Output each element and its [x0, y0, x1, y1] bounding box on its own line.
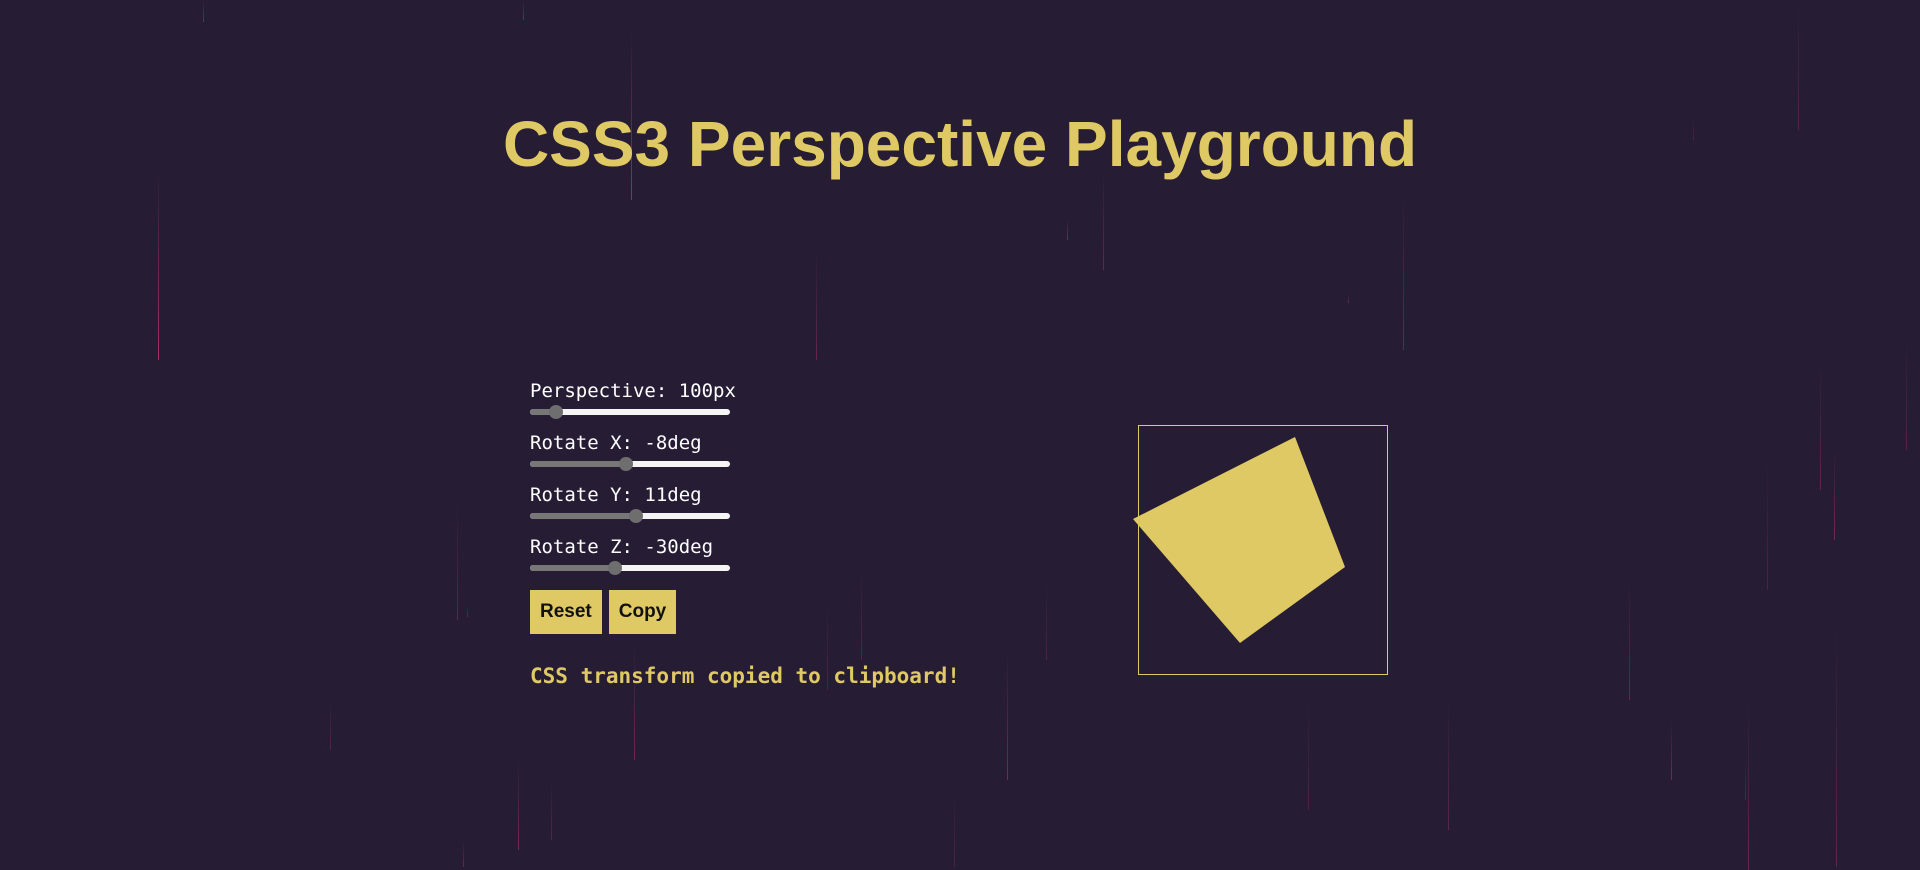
page-title: CSS3 Perspective Playground — [502, 108, 1418, 180]
rain-streak — [467, 605, 468, 617]
rain-streak — [1046, 580, 1047, 660]
perspective-slider[interactable] — [530, 404, 730, 420]
slider-thumb[interactable] — [607, 561, 622, 575]
rain-streak — [1767, 460, 1768, 590]
rain-streak — [1067, 220, 1068, 240]
slider-thumb[interactable] — [628, 509, 643, 523]
rain-streak — [1308, 700, 1309, 810]
rain-streak — [1629, 580, 1630, 700]
rotate-x-label: Rotate X: -8deg — [530, 432, 702, 454]
transformed-square — [1133, 437, 1345, 643]
slider-thumb[interactable] — [618, 457, 633, 471]
rain-streak — [158, 170, 159, 360]
perspective-label: Perspective: 100px — [530, 380, 736, 402]
rain-streak — [518, 760, 519, 850]
rain-streak — [1745, 760, 1746, 800]
rain-streak — [1671, 720, 1672, 780]
preview-container — [1133, 425, 1388, 675]
rain-streak — [1007, 650, 1008, 780]
rain-streak — [330, 700, 331, 750]
rain-streak — [1836, 620, 1837, 867]
slider-thumb[interactable] — [548, 405, 563, 419]
rotate-y-label: Rotate Y: 11deg — [530, 484, 702, 506]
slider-fill — [530, 513, 636, 519]
rain-streak — [203, 0, 204, 22]
rain-streak — [1403, 190, 1404, 350]
rain-streak — [551, 780, 552, 840]
slider-fill — [530, 565, 615, 571]
rain-streak — [1448, 700, 1449, 830]
rain-streak — [954, 790, 955, 867]
copy-button[interactable]: Copy — [608, 590, 677, 634]
perspective-control: Perspective: 100px — [530, 378, 930, 430]
preview-svg — [1133, 437, 1345, 643]
rain-streak — [523, 0, 524, 20]
rotate-y-control: Rotate Y: 11deg — [530, 482, 930, 534]
reset-button[interactable]: Reset — [530, 590, 602, 634]
status-message: CSS transform copied to clipboard! — [530, 664, 960, 688]
slider-track — [530, 565, 730, 571]
controls-panel: Perspective: 100px Rotate X: -8deg Rotat… — [530, 378, 960, 688]
rotate-x-control: Rotate X: -8deg — [530, 430, 930, 482]
rotate-z-control: Rotate Z: -30deg — [530, 534, 930, 586]
rain-streak — [457, 500, 458, 620]
rain-streak — [1906, 340, 1907, 450]
rain-streak — [1748, 700, 1749, 870]
rotate-y-slider[interactable] — [530, 508, 730, 524]
button-row: Reset Copy — [530, 590, 930, 634]
rotate-z-label: Rotate Z: -30deg — [530, 536, 714, 558]
rain-streak — [1348, 295, 1349, 303]
rotate-x-slider[interactable] — [530, 456, 730, 472]
rain-streak — [1834, 450, 1835, 540]
rain-streak — [463, 840, 464, 867]
rain-streak — [1820, 360, 1821, 490]
rotate-z-slider[interactable] — [530, 560, 730, 576]
slider-fill — [530, 461, 626, 467]
rain-streak — [1103, 170, 1104, 270]
rain-streak — [816, 250, 817, 360]
